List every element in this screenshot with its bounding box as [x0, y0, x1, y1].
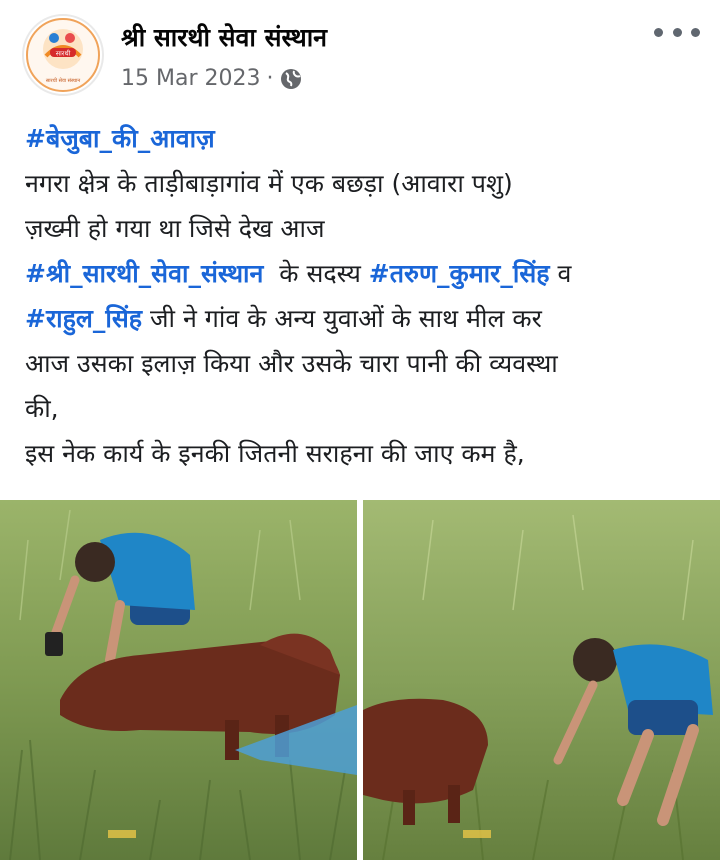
- post-date[interactable]: 15 Mar 2023: [121, 66, 260, 91]
- text-line: नगरा क्षेत्र के ताड़ीबाड़ागांव में एक बछ…: [25, 169, 513, 198]
- text-line: की,: [25, 394, 59, 423]
- more-options-icon[interactable]: [654, 18, 700, 46]
- hashtag-link[interactable]: #बेजुबा_की_आवाज़: [25, 124, 215, 153]
- text-span: के सदस्य: [263, 259, 369, 288]
- text-span: जी ने गांव के अन्य युवाओं के साथ मील कर: [142, 304, 542, 333]
- logo-icon: सारथी सारथी सेवा संस्थान: [26, 18, 100, 92]
- logo-caption: सारथी सेवा संस्थान: [46, 77, 81, 84]
- photo-image: [363, 500, 720, 860]
- photo-left[interactable]: [0, 500, 357, 860]
- text-span: व: [549, 259, 572, 288]
- hashtag-link[interactable]: #राहुल_सिंह: [25, 304, 142, 333]
- post-header: सारथी सारथी सेवा संस्थान श्री सारथी सेवा…: [0, 0, 720, 108]
- hashtag-link[interactable]: #श्री_सारथी_सेवा_संस्थान: [25, 259, 263, 288]
- text-line: इस नेक कार्य के इनकी जितनी सराहना की जाए…: [25, 439, 525, 468]
- logo-text: सारथी: [56, 50, 71, 58]
- text-line: आज उसका इलाज़ किया और उसके चारा पानी की …: [25, 349, 558, 378]
- photo-grid: [0, 500, 720, 860]
- post-text: #बेजुबा_की_आवाज़ नगरा क्षेत्र के ताड़ीबा…: [25, 116, 720, 476]
- photo-image: [0, 500, 357, 860]
- page-name[interactable]: श्री सारथी सेवा संस्थान: [121, 20, 327, 54]
- hashtag-link[interactable]: #तरुण_कुमार_सिंह: [369, 259, 550, 288]
- post-meta: 15 Mar 2023 ·: [121, 66, 303, 91]
- meta-separator: ·: [266, 66, 274, 91]
- page-avatar[interactable]: सारथी सारथी सेवा संस्थान: [22, 14, 104, 96]
- text-line: ज़ख्मी हो गया था जिसे देख आज: [25, 214, 325, 243]
- globe-icon: [279, 67, 303, 91]
- photo-right[interactable]: [363, 500, 720, 860]
